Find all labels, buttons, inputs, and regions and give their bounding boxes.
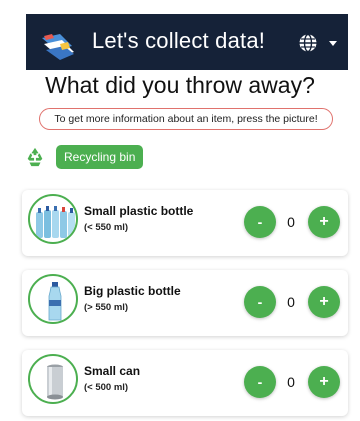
globe-icon — [299, 33, 317, 53]
item-card: Small plastic bottle (< 550 ml) - 0 + — [22, 190, 348, 256]
item-picture[interactable] — [28, 194, 78, 244]
language-selector[interactable] — [298, 31, 344, 55]
recycling-bin-row: Recycling bin — [24, 144, 144, 170]
item-card: Small can (< 500 ml) - 0 + — [22, 350, 348, 416]
recycle-icon — [27, 147, 43, 167]
item-name: Small plastic bottle — [84, 204, 194, 218]
item-count: 0 — [287, 374, 295, 390]
item-size: (< 550 ml) — [84, 222, 129, 233]
item-size: (> 550 ml) — [84, 302, 129, 313]
increment-button[interactable]: + — [308, 286, 340, 318]
item-picture[interactable] — [28, 354, 78, 404]
item-name: Small can — [84, 364, 141, 378]
item-size: (< 500 ml) — [84, 382, 129, 393]
recycling-bin-button[interactable]: Recycling bin — [56, 145, 144, 169]
decrement-button[interactable]: - — [244, 366, 276, 398]
small-can-icon — [47, 364, 63, 400]
small-plastic-bottles-icon — [36, 206, 75, 238]
info-hint: To get more information about an item, p… — [39, 108, 333, 130]
item-count: 0 — [287, 214, 295, 230]
app-title: Let's collect data! — [92, 28, 266, 53]
item-count: 0 — [287, 294, 295, 310]
increment-button[interactable]: + — [308, 366, 340, 398]
item-card: Big plastic bottle (> 550 ml) - 0 + — [22, 270, 348, 336]
big-plastic-bottle-icon — [48, 282, 62, 321]
item-picture[interactable] — [28, 274, 78, 324]
decrement-button[interactable]: - — [244, 206, 276, 238]
page-question: What did you throw away? — [45, 72, 315, 98]
chevron-down-icon — [329, 41, 337, 46]
flag-logo-icon — [42, 34, 74, 60]
decrement-button[interactable]: - — [244, 286, 276, 318]
app-bar: Let's collect data! — [26, 14, 348, 70]
increment-button[interactable]: + — [308, 206, 340, 238]
item-name: Big plastic bottle — [84, 284, 181, 298]
